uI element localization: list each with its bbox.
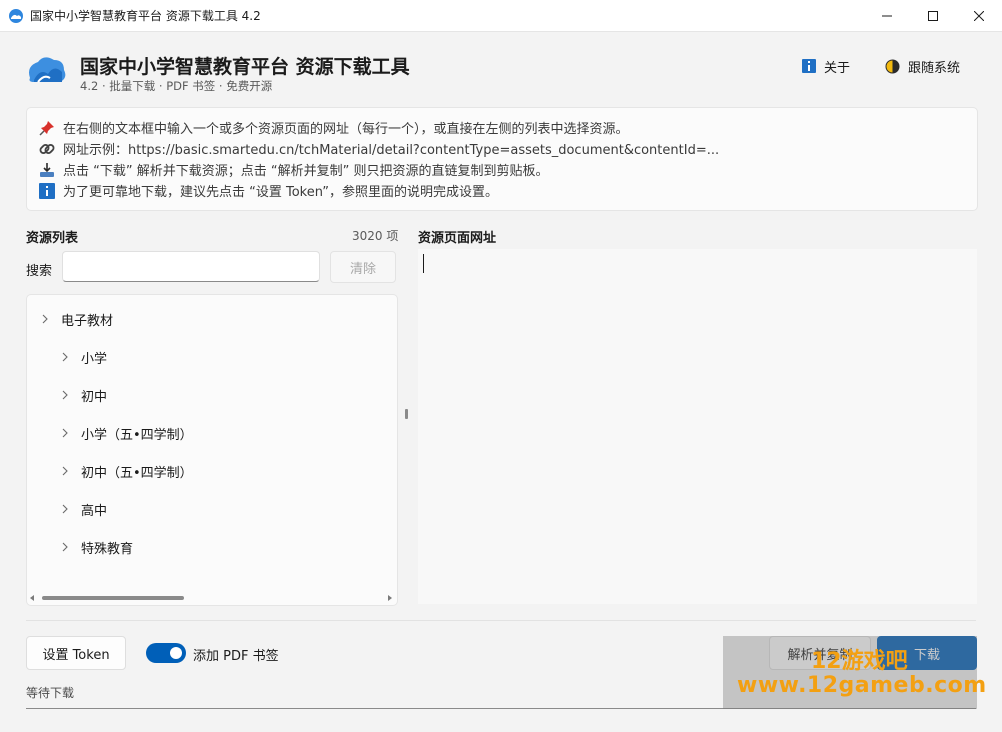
panel-splitter[interactable] (405, 409, 408, 419)
app-title: 国家中小学智慧教育平台 资源下载工具 (80, 56, 410, 78)
instruction-line: 在右侧的文本框中输入一个或多个资源页面的网址（每行一个），或直接在左侧的列表中选… (39, 118, 629, 137)
scroll-right-icon (388, 595, 392, 601)
theme-icon (885, 59, 900, 73)
search-label: 搜索 (26, 264, 53, 279)
chevron-right-icon (57, 501, 73, 517)
about-label: 关于 (824, 60, 851, 76)
tree-item-junior-54[interactable]: 初中（五•四学制） (57, 460, 193, 482)
instruction-text: 在右侧的文本框中输入一个或多个资源页面的网址（每行一个），或直接在左侧的列表中选… (63, 122, 629, 137)
chevron-right-icon (57, 463, 73, 479)
chevron-right-icon (57, 387, 73, 403)
text-caret (423, 254, 424, 273)
pdf-bookmark-label: 添加 PDF 书签 (193, 649, 279, 664)
info-icon (802, 59, 816, 73)
watermark-url: www.12gameb.com (737, 673, 987, 698)
instruction-line: 为了更可靠地下载，建议先点击 “设置 Token”，参照里面的说明完成设置。 (39, 181, 498, 200)
app-icon (8, 8, 24, 24)
tree-item-label: 小学（五•四学制） (81, 427, 193, 443)
download-tray-icon (39, 162, 55, 178)
resource-count: 3020 项 (352, 229, 399, 243)
info-icon (39, 182, 55, 199)
resource-list-title: 资源列表 (26, 231, 79, 246)
tree-item-primary[interactable]: 小学 (57, 346, 107, 368)
scroll-thumb[interactable] (42, 596, 184, 600)
tree-item-label: 初中（五•四学制） (81, 465, 193, 481)
tree-item-label: 高中 (81, 503, 108, 519)
minimize-button[interactable] (864, 0, 910, 31)
pushpin-icon (39, 120, 55, 136)
tree-item-primary-54[interactable]: 小学（五•四学制） (57, 422, 193, 444)
toggle-knob (170, 647, 182, 659)
instructions-panel: 在右侧的文本框中输入一个或多个资源页面的网址（每行一个），或直接在左侧的列表中选… (26, 107, 978, 211)
url-box-title: 资源页面网址 (418, 231, 497, 246)
title-bar: 国家中小学智慧教育平台 资源下载工具 4.2 (0, 0, 1002, 32)
url-textarea[interactable] (418, 249, 977, 604)
theme-label: 跟随系统 (908, 60, 961, 76)
app-subtitle: 4.2 · 批量下载 · PDF 书签 · 免费开源 (80, 79, 273, 93)
resource-tree[interactable]: 电子教材 小学 初中 小学（五•四学制） 初中（五•四学制） 高中 特殊教育 (26, 294, 398, 606)
set-token-button[interactable]: 设置 Token (26, 636, 126, 670)
app-logo (24, 52, 68, 90)
instruction-text: 网址示例：https://basic.smartedu.cn/tchMateri… (63, 143, 720, 158)
tree-item-junior[interactable]: 初中 (57, 384, 107, 406)
scroll-left-icon (30, 595, 34, 601)
maximize-icon (928, 10, 938, 21)
tree-item-label: 电子教材 (61, 313, 114, 329)
instruction-line: 点击 “下载” 解析并下载资源；点击 “解析并复制” 则只把资源的直链复制到剪贴… (39, 160, 548, 179)
instruction-text: 为了更可靠地下载，建议先点击 “设置 Token”，参照里面的说明完成设置。 (63, 185, 499, 200)
watermark-text: 12游戏吧 (811, 649, 908, 674)
chevron-right-icon (57, 349, 73, 365)
pdf-bookmark-toggle[interactable] (146, 643, 186, 663)
tree-item-label: 小学 (81, 351, 108, 367)
tree-item-textbooks[interactable]: 电子教材 (37, 308, 113, 330)
tree-item-label: 初中 (81, 389, 108, 405)
theme-button[interactable]: 跟随系统 (885, 56, 960, 76)
tree-item-senior[interactable]: 高中 (57, 498, 107, 520)
chevron-right-icon (37, 311, 53, 327)
link-icon (39, 141, 55, 157)
search-input[interactable] (62, 251, 320, 282)
instruction-line: 网址示例：https://basic.smartedu.cn/tchMateri… (39, 139, 719, 158)
window-title: 国家中小学智慧教育平台 资源下载工具 4.2 (30, 9, 261, 23)
clear-button[interactable]: 清除 (330, 251, 396, 283)
tree-item-label: 特殊教育 (81, 541, 134, 557)
status-text: 等待下载 (26, 686, 75, 700)
chevron-right-icon (57, 539, 73, 555)
close-icon (974, 10, 984, 21)
instruction-text: 点击 “下载” 解析并下载资源；点击 “解析并复制” 则只把资源的直链复制到剪贴… (63, 164, 549, 179)
footer-divider (26, 620, 976, 621)
minimize-icon (882, 15, 892, 16)
maximize-button[interactable] (910, 0, 956, 31)
close-button[interactable] (956, 0, 1002, 31)
tree-item-special[interactable]: 特殊教育 (57, 536, 133, 558)
horizontal-scrollbar[interactable] (26, 590, 396, 604)
chevron-right-icon (57, 425, 73, 441)
about-button[interactable]: 关于 (802, 56, 850, 76)
